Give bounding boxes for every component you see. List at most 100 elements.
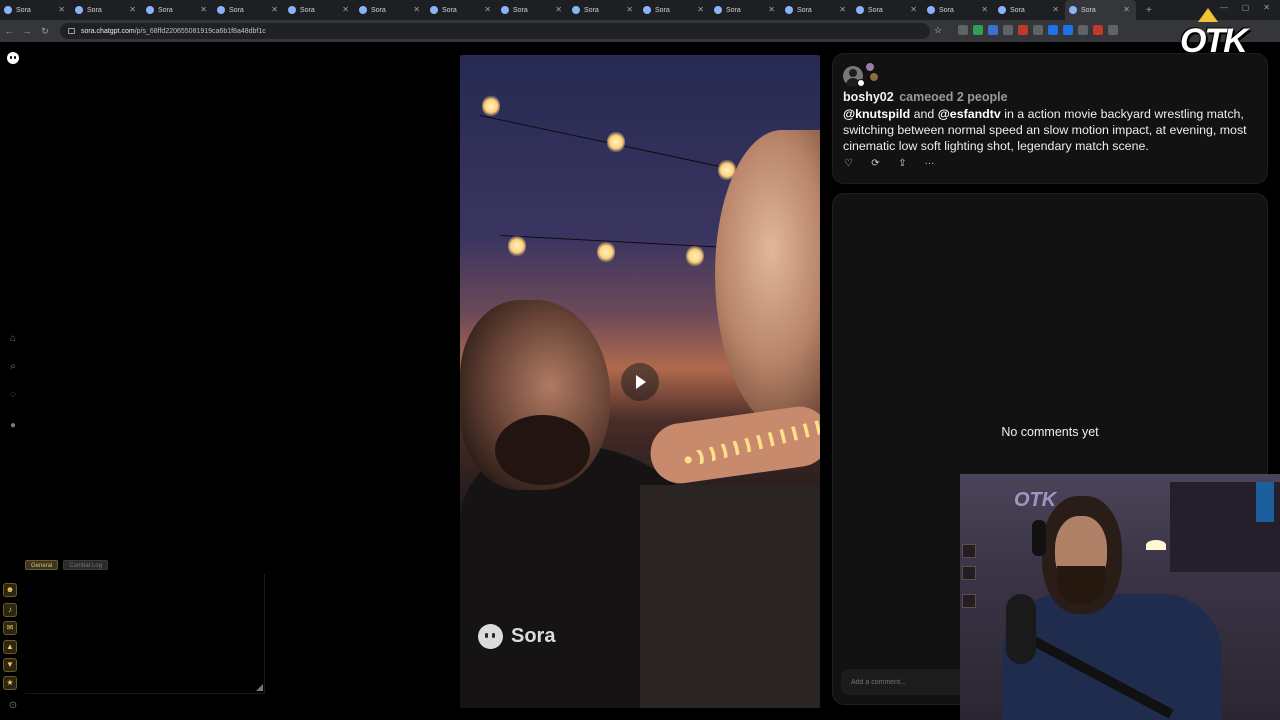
headset xyxy=(1032,520,1046,556)
extension-icon[interactable] xyxy=(1003,25,1013,35)
wall-frame xyxy=(962,544,976,558)
chat-tab-general[interactable]: General xyxy=(25,560,59,570)
string-light xyxy=(482,95,500,117)
speaker-icon[interactable]: ♪ xyxy=(3,603,17,617)
tab-close-icon[interactable]: ✕ xyxy=(910,5,917,14)
heart-icon[interactable]: ♡ xyxy=(843,158,854,169)
close-window-icon[interactable]: ✕ xyxy=(1263,3,1270,12)
browser-tab[interactable]: Sora ✕ xyxy=(142,0,213,20)
sora-favicon-icon xyxy=(927,6,935,14)
mention-link[interactable]: @esfandtv xyxy=(938,107,1001,121)
browser-tab[interactable]: Sora ✕ xyxy=(994,0,1065,20)
down-arrow-icon[interactable]: ▼ xyxy=(3,658,17,672)
pin-icon[interactable]: ★ xyxy=(3,676,17,690)
browser-tab[interactable]: Sora ✕ xyxy=(852,0,923,20)
sora-favicon-icon xyxy=(4,6,12,14)
string-light xyxy=(508,235,526,257)
tab-close-icon[interactable]: ✕ xyxy=(555,5,562,14)
sora-favicon-icon xyxy=(572,6,580,14)
verified-badge-icon xyxy=(857,79,865,87)
sora-favicon-icon xyxy=(501,6,509,14)
tab-close-icon[interactable]: ✕ xyxy=(484,5,491,14)
tab-close-icon[interactable]: ✕ xyxy=(200,5,207,14)
cameo-avatar[interactable] xyxy=(865,62,875,72)
share-icon[interactable]: ⇪ xyxy=(897,158,908,169)
tab-close-icon[interactable]: ✕ xyxy=(839,5,846,14)
tab-close-icon[interactable]: ✕ xyxy=(981,5,988,14)
browser-tab[interactable]: Sora ✕ xyxy=(710,0,781,20)
url-input[interactable]: sora.chatgpt.com/p/s_68ffd220655081919ca… xyxy=(60,23,930,39)
tab-close-icon[interactable]: ✕ xyxy=(342,5,349,14)
user-icon[interactable]: ☻ xyxy=(3,583,17,597)
extension-icon[interactable] xyxy=(1018,25,1028,35)
maximize-icon[interactable]: ▢ xyxy=(1242,3,1250,12)
bell-icon[interactable]: ◌ xyxy=(7,389,19,401)
browser-tab[interactable]: Sora ✕ xyxy=(639,0,710,20)
tab-label: Sora xyxy=(868,6,883,14)
puzzle-icon[interactable] xyxy=(1108,25,1118,35)
back-icon[interactable]: ← xyxy=(0,26,18,36)
up-arrow-icon[interactable]: ▲ xyxy=(3,640,17,654)
browser-tab[interactable]: Sora ✕ xyxy=(355,0,426,20)
reload-icon[interactable]: ↻ xyxy=(36,26,54,37)
browser-tab[interactable]: Sora ✕ xyxy=(284,0,355,20)
extensions-row xyxy=(958,25,1118,35)
extension-icon[interactable] xyxy=(973,25,983,35)
sora-logo-icon[interactable] xyxy=(7,52,19,64)
wall-frame xyxy=(962,594,976,608)
cameo-text[interactable]: cameoed 2 people xyxy=(899,90,1007,104)
search-icon[interactable]: ⌕ xyxy=(7,361,19,373)
forward-icon[interactable]: → xyxy=(18,26,36,36)
tab-close-icon[interactable]: ✕ xyxy=(1123,5,1130,14)
more-icon[interactable]: ··· xyxy=(924,158,935,169)
tab-close-icon[interactable]: ✕ xyxy=(626,5,633,14)
username-link[interactable]: boshy02 xyxy=(843,90,894,104)
extension-icon[interactable] xyxy=(988,25,998,35)
extension-icon[interactable] xyxy=(1048,25,1058,35)
play-icon[interactable] xyxy=(621,363,659,401)
extension-icon[interactable] xyxy=(958,25,968,35)
mention-link[interactable]: @knutspild xyxy=(843,107,910,121)
browser-tab[interactable]: Sora ✕ xyxy=(1065,0,1136,20)
cameo-avatar[interactable] xyxy=(869,72,879,82)
chat-bubble-icon[interactable]: ✉ xyxy=(3,621,17,635)
sora-favicon-icon xyxy=(998,6,1006,14)
tab-label: Sora xyxy=(797,6,812,14)
tab-label: Sora xyxy=(371,6,386,14)
sora-favicon-icon xyxy=(856,6,864,14)
tab-close-icon[interactable]: ✕ xyxy=(697,5,704,14)
browser-tabstrip: Sora ✕ Sora ✕ Sora ✕ Sora ✕ Sora ✕ Sora ✕ Sora ✕ Sora ✕… xyxy=(0,0,1280,20)
extension-icon[interactable] xyxy=(1078,25,1088,35)
browser-tab[interactable]: Sora ✕ xyxy=(213,0,284,20)
browser-tab[interactable]: Sora ✕ xyxy=(923,0,994,20)
settings-icon[interactable]: ⊙ xyxy=(7,700,19,712)
profile-icon[interactable]: ● xyxy=(7,420,19,432)
tab-close-icon[interactable]: ✕ xyxy=(768,5,775,14)
extension-icon[interactable] xyxy=(1033,25,1043,35)
remix-icon[interactable]: ⟳ xyxy=(870,158,881,169)
chat-tab-combat-log[interactable]: Combat Log xyxy=(63,560,109,570)
extension-icon[interactable] xyxy=(1063,25,1073,35)
webcam-overlay: OTK xyxy=(960,474,1280,720)
browser-tab[interactable]: Sora ✕ xyxy=(426,0,497,20)
tab-close-icon[interactable]: ✕ xyxy=(1052,5,1059,14)
tab-close-icon[interactable]: ✕ xyxy=(271,5,278,14)
sora-favicon-icon xyxy=(75,6,83,14)
chat-panel xyxy=(25,574,265,694)
browser-tab[interactable]: Sora ✕ xyxy=(0,0,71,20)
extension-icon[interactable] xyxy=(1093,25,1103,35)
browser-tab[interactable]: Sora ✕ xyxy=(781,0,852,20)
browser-tab[interactable]: Sora ✕ xyxy=(568,0,639,20)
site-info-icon[interactable] xyxy=(68,28,75,34)
resize-grip[interactable] xyxy=(256,684,263,691)
bookmark-star-icon[interactable]: ☆ xyxy=(934,25,942,36)
browser-tab[interactable]: Sora ✕ xyxy=(497,0,568,20)
home-icon[interactable]: ⌂ xyxy=(7,333,19,345)
tab-close-icon[interactable]: ✕ xyxy=(129,5,136,14)
sora-favicon-icon xyxy=(359,6,367,14)
tab-close-icon[interactable]: ✕ xyxy=(413,5,420,14)
tab-close-icon[interactable]: ✕ xyxy=(58,5,65,14)
new-tab-icon[interactable]: + xyxy=(1146,5,1160,16)
browser-tab[interactable]: Sora ✕ xyxy=(71,0,142,20)
person-right-shirt xyxy=(640,485,820,708)
